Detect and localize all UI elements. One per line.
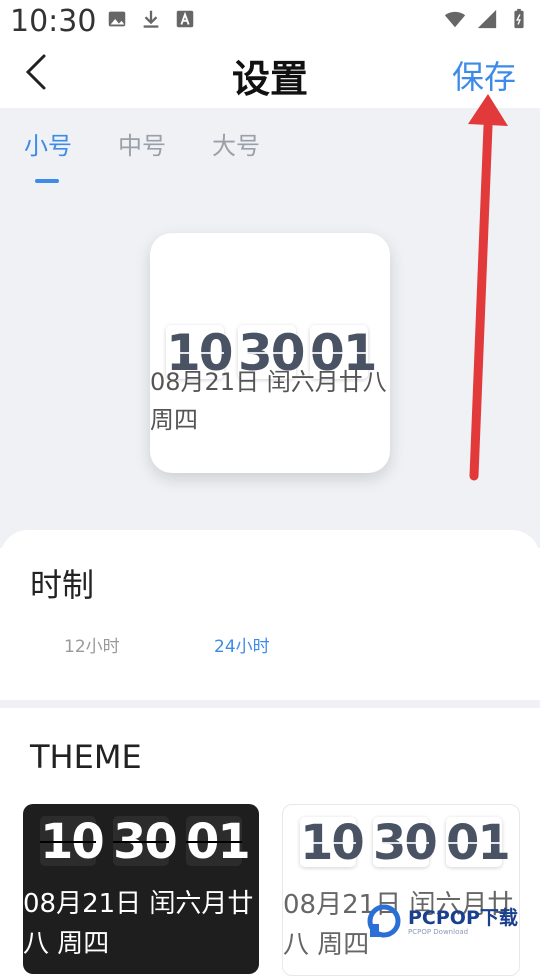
tab-small[interactable]: 小号 [24, 126, 72, 183]
dark-hours-digit: 10 [40, 814, 105, 870]
save-button[interactable]: 保存 [452, 52, 516, 98]
chevron-left-icon [25, 54, 46, 90]
battery-icon [514, 8, 524, 29]
option-12-hour[interactable]: 12小时 [64, 632, 120, 657]
hour-format-title: 时制 [30, 566, 95, 604]
hour-format-card: 时制 12小时 24小时 [0, 530, 540, 700]
wifi-icon [444, 11, 466, 28]
widget-preview: 10 30 01 08月21日 闰六月廿八 周四 [150, 233, 390, 473]
dark-theme-date: 08月21日 闰六月廿八 周四 [23, 889, 254, 959]
tab-medium[interactable]: 中号 [118, 126, 166, 169]
dark-seconds-digit: 01 [186, 814, 251, 870]
light-flip-clock: 10 30 01 [300, 815, 511, 871]
status-time: 10:30 [10, 4, 97, 39]
image-icon [108, 11, 126, 27]
light-hours-digit: 10 [300, 815, 365, 871]
status-icons-left [106, 8, 196, 30]
watermark: PCPOP下载 PCPOP Download [366, 904, 518, 940]
watermark-subtext: PCPOP Download [408, 928, 469, 936]
font-icon [176, 10, 194, 28]
header: 设置 保存 [0, 40, 540, 108]
option-24-hour[interactable]: 24小时 [214, 632, 270, 657]
theme-card-dark[interactable]: 10 30 01 08月21日 闰六月廿八 周四 [23, 804, 259, 974]
pcpop-logo-icon [367, 904, 401, 938]
download-icon [143, 10, 159, 28]
dark-minutes-digit: 30 [113, 814, 178, 870]
light-seconds-digit: 01 [446, 815, 511, 871]
theme-card-light[interactable]: 10 30 01 08月21日 闰六月廿八 周四 [282, 804, 520, 976]
theme-title: THEME [30, 738, 142, 776]
status-bar: 10:30 [0, 0, 540, 40]
tab-large[interactable]: 大号 [212, 126, 260, 169]
preview-date: 08月21日 闰六月廿八 周四 [150, 368, 387, 434]
status-icons-right [444, 8, 530, 30]
section-divider [0, 700, 540, 708]
preview-area: 小号 中号 大号 10 30 01 08月21日 闰六月廿八 周四 [0, 108, 540, 548]
signal-icon [477, 9, 497, 29]
watermark-text-block: PCPOP下载 PCPOP Download [408, 908, 518, 936]
watermark-text: PCPOP下载 [408, 907, 518, 929]
dark-flip-clock: 10 30 01 [40, 814, 251, 870]
light-minutes-digit: 30 [373, 815, 438, 871]
size-tabs: 小号 中号 大号 [24, 126, 260, 183]
back-button[interactable] [18, 50, 58, 94]
